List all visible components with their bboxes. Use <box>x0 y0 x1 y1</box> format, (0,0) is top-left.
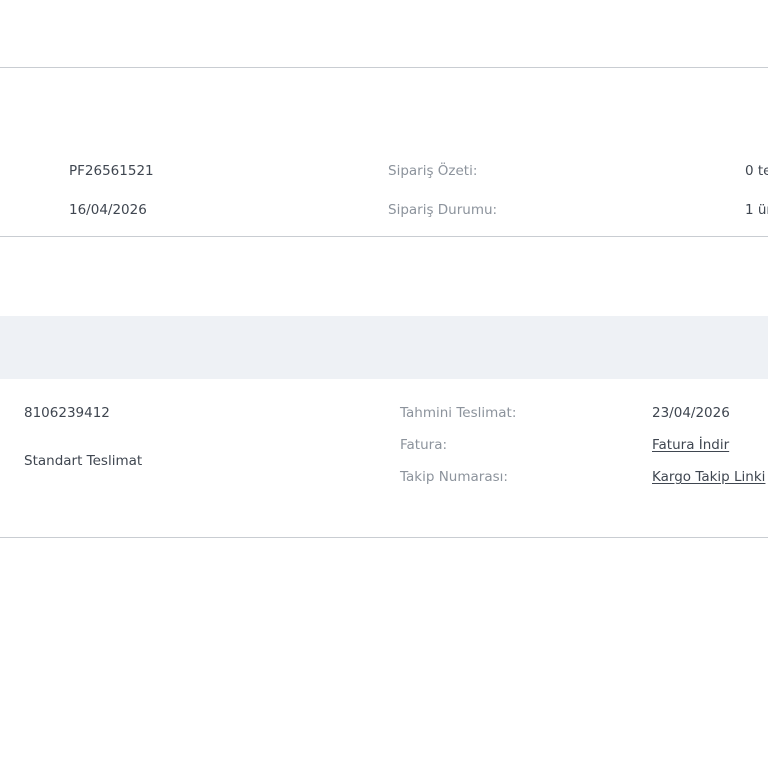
summary-divider <box>0 236 768 237</box>
invoice-label: Fatura: <box>400 437 448 453</box>
invoice-download-link[interactable]: Fatura İndir <box>652 436 729 454</box>
shipment-divider <box>0 537 768 538</box>
shipment-header-band <box>0 316 768 379</box>
shipment-id: 8106239412 <box>24 405 110 421</box>
delivery-type: Standart Teslimat <box>24 453 143 469</box>
order-number: PF26561521 <box>69 163 154 179</box>
top-divider <box>0 67 768 68</box>
order-detail-page: PF26561521 16/04/2026 Sipariş Özeti: Sip… <box>0 0 768 768</box>
order-summary-label: Sipariş Özeti: <box>388 163 478 179</box>
order-date: 16/04/2026 <box>69 202 147 218</box>
cargo-tracking-link[interactable]: Kargo Takip Linki <box>652 468 765 486</box>
order-status-value: 1 ür <box>745 202 768 218</box>
estimated-delivery-value: 23/04/2026 <box>652 405 730 421</box>
order-status-label: Sipariş Durumu: <box>388 202 498 218</box>
tracking-label: Takip Numarası: <box>400 469 508 485</box>
order-summary-value: 0 te <box>745 163 768 179</box>
estimated-delivery-label: Tahmini Teslimat: <box>400 405 517 421</box>
